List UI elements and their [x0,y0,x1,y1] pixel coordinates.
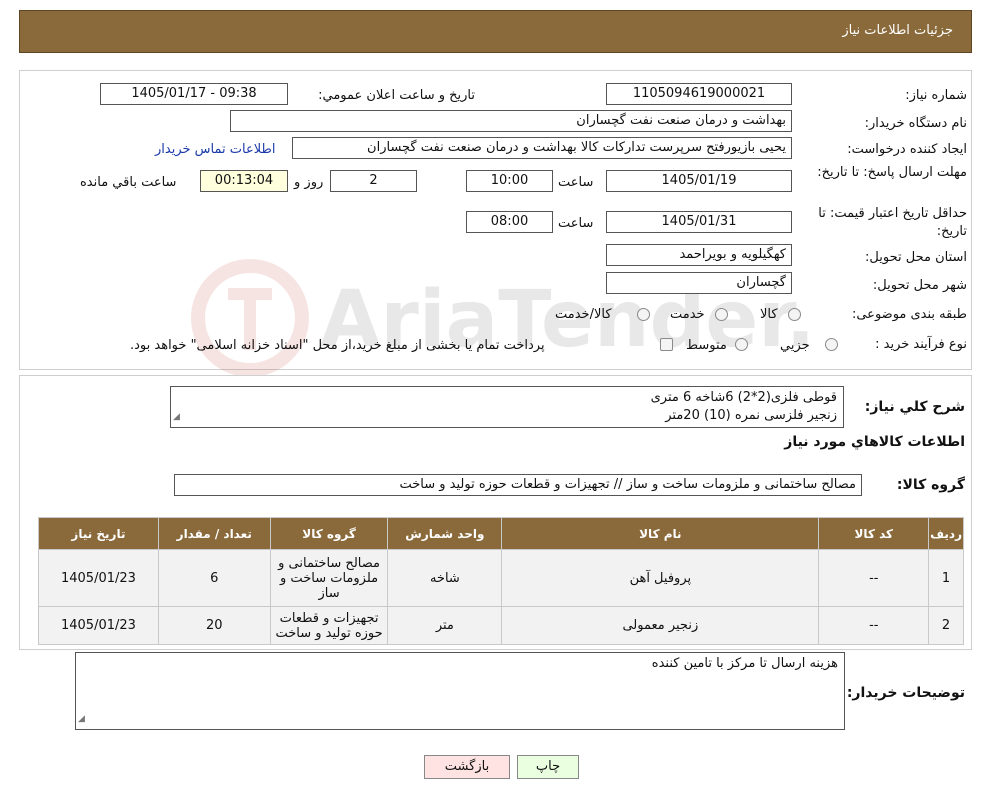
cell-date: 1405/01/23 [38,606,159,645]
buyer-contact-link[interactable]: اطلاعات تماس خريدار [155,142,275,157]
summary-line: قوطی فلزی(2*2) 6شاخه 6 متری [650,390,837,405]
category-goods-label: کالا [760,307,778,322]
buyer-notes-label: توضيحات خريدار: [846,685,965,701]
province-field[interactable]: کهگیلویه و بویراحمد [606,244,792,266]
col-qty: تعداد / مقدار [157,517,271,550]
buyer-org-label: نام دستگاه خريدار: [864,116,967,131]
process-medium-label: متوسط [686,338,727,353]
buyer-org-field[interactable]: بهداشت و درمان صنعت نفت گچساران [230,110,792,132]
page-title: جزئیات اطلاعات نیاز [842,23,953,38]
resize-grip-icon[interactable]: ◢ [173,408,180,426]
back-button[interactable]: بازگشت [424,755,510,779]
cell-unit: شاخه [387,549,503,607]
category-service-radio[interactable] [715,308,728,321]
process-minor-label: جزيي [780,338,810,353]
cell-index: 2 [928,606,964,645]
summary-textarea[interactable]: قوطی فلزی(2*2) 6شاخه 6 متری زنجیر فلزسی … [170,386,844,428]
col-group: گروه کالا [269,517,389,550]
resize-grip-icon[interactable]: ◢ [78,710,85,728]
price-validity-time-field[interactable]: 08:00 [466,211,553,233]
creator-field[interactable]: یحیی بازیورفتح سرپرست تدارکات کالا بهداش… [292,137,792,159]
announce-datetime-field[interactable]: 1405/01/17 - 09:38 [100,83,288,105]
cell-index: 1 [928,549,964,607]
table-header-row: رديف کد کالا نام کالا واحد شمارش گروه کا… [38,517,964,550]
treasury-checkbox[interactable] [660,338,673,351]
table-row[interactable]: 1 -- پروفیل آهن شاخه مصالح ساختمانی و مل… [38,549,964,607]
page-header: جزئیات اطلاعات نیاز [19,10,972,53]
treasury-note: پرداخت تمام يا بخشی از مبلغ خريد،از محل … [130,338,545,353]
table-row[interactable]: 2 -- زنجیر معمولی متر تجهیزات و قطعات حو… [38,606,964,645]
reply-deadline-label: مهلت ارسال پاسخ: تا تاريخ: [817,165,967,180]
goods-table: رديف کد کالا نام کالا واحد شمارش گروه کا… [38,517,964,645]
category-both-label: کالا/خدمت [555,307,612,322]
goods-section-title: اطلاعات کالاهاي مورد نياز [784,434,965,450]
buyer-notes-text: هزینه ارسال تا مرکز با تامین کننده [651,656,838,671]
category-service-label: خدمت [670,307,705,322]
province-label: استان محل تحويل: [865,250,967,265]
cell-name: زنجیر معمولی [501,606,820,645]
reply-date-field[interactable]: 1405/01/19 [606,170,792,192]
cell-qty: 20 [157,606,271,645]
buyer-notes-textarea[interactable]: هزینه ارسال تا مرکز با تامین کننده ◢ [75,652,845,730]
need-number-label: شماره نیاز: [905,88,967,103]
col-code: کد کالا [818,517,930,550]
goods-group-field[interactable]: مصالح ساختمانی و ملزومات ساخت و ساز // ت… [174,474,862,496]
price-validity-date-field[interactable]: 1405/01/31 [606,211,792,233]
cell-group: مصالح ساختمانی و ملزومات ساخت و ساز [269,549,389,607]
city-label: شهر محل تحويل: [872,278,967,293]
col-unit: واحد شمارش [387,517,503,550]
cell-code: -- [818,549,930,607]
category-both-radio[interactable] [637,308,650,321]
category-label: طبقه بندی موضوعی: [851,307,967,322]
process-label: نوع فرآيند خريد : [875,337,967,352]
cell-name: پروفیل آهن [501,549,820,607]
days-label: روز و [294,175,324,190]
price-validity-time-label: ساعت [558,216,594,231]
cell-unit: متر [387,606,503,645]
remaining-time-field: 00:13:04 [200,170,288,192]
goods-group-label: گروه کالا: [896,477,965,493]
cell-group: تجهیزات و قطعات حوزه تولید و ساخت [269,606,389,645]
reply-time-label: ساعت [558,175,594,190]
reply-days-field[interactable]: 2 [330,170,417,192]
process-minor-radio[interactable] [825,338,838,351]
need-number-field[interactable]: 1105094619000021 [606,83,792,105]
cell-qty: 6 [157,549,271,607]
price-validity-label: حداقل تاريخ اعتبار قيمت: تا تاريخ: [818,206,967,239]
col-date: تاريخ نياز [38,517,159,550]
col-index: رديف [928,517,964,550]
announce-datetime-label: تاریخ و ساعت اعلان عمومي: [318,88,475,103]
summary-line: زنجیر فلزسی نمره (10) 20متر [665,408,837,423]
cell-code: -- [818,606,930,645]
cell-date: 1405/01/23 [38,549,159,607]
creator-label: ايجاد کننده درخواست: [847,142,967,157]
print-button[interactable]: چاپ [517,755,579,779]
col-name: نام کالا [501,517,820,550]
remaining-label: ساعت باقي مانده [80,175,177,190]
city-field[interactable]: گچساران [606,272,792,294]
summary-label: شرح کلي نياز: [864,399,965,415]
category-goods-radio[interactable] [788,308,801,321]
process-medium-radio[interactable] [735,338,748,351]
reply-time-field[interactable]: 10:00 [466,170,553,192]
